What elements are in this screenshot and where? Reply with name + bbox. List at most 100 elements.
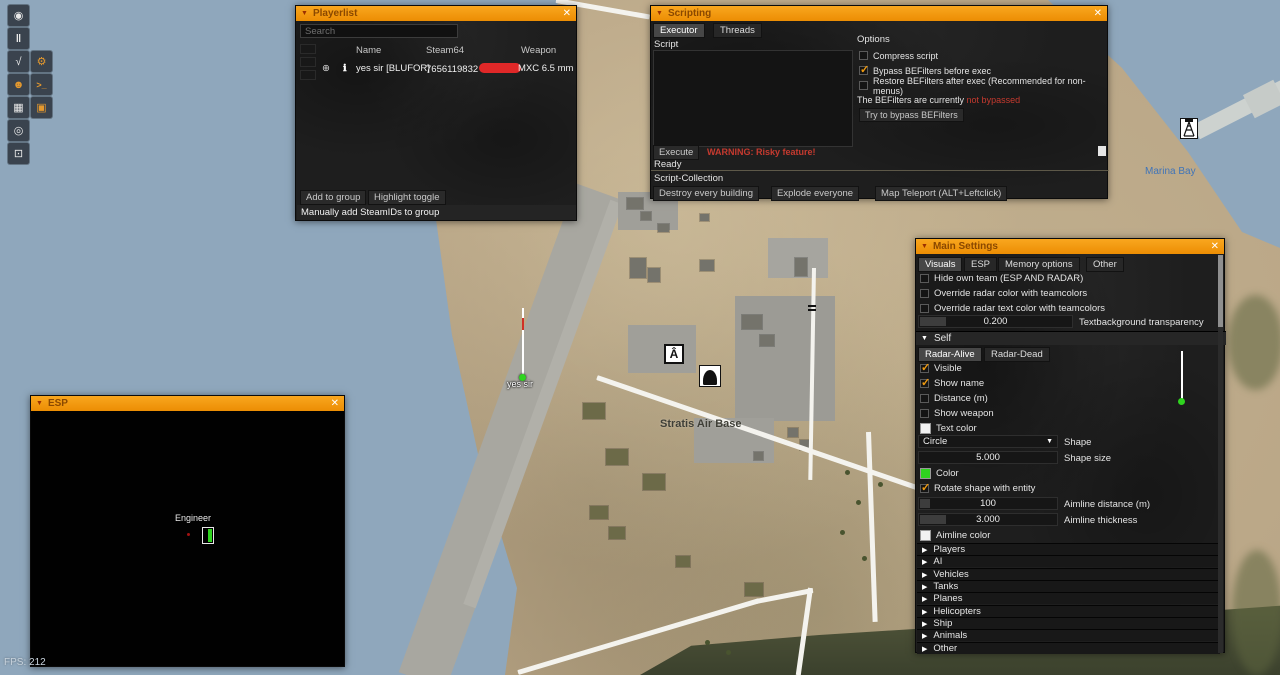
expand-icon[interactable]: ▶: [922, 583, 927, 591]
show-name-checkbox[interactable]: ✓ Show name: [920, 377, 984, 390]
category-ship[interactable]: ▶Ship: [917, 617, 1220, 629]
scripting-titlebar[interactable]: ▼ Scripting ✕: [651, 6, 1107, 21]
spectate-icon[interactable]: ⊕: [322, 63, 330, 74]
collapse-icon[interactable]: ▼: [656, 10, 663, 17]
checkbox-box[interactable]: [859, 51, 868, 60]
expand-icon[interactable]: ▶: [922, 645, 927, 653]
info-icon[interactable]: ℹ: [343, 63, 347, 74]
distance-checkbox[interactable]: Distance (m): [920, 392, 988, 405]
close-icon[interactable]: ✕: [563, 8, 571, 19]
category-players[interactable]: ▶Players: [917, 543, 1220, 555]
aimline-distance-slider[interactable]: 100: [918, 497, 1058, 510]
explode-everyone-button[interactable]: Explode everyone: [771, 186, 859, 201]
expand-icon[interactable]: ▶: [922, 558, 927, 566]
esp-titlebar[interactable]: ▼ ESP ✕: [31, 396, 344, 411]
collapse-icon[interactable]: ▼: [921, 335, 928, 342]
category-vehicles[interactable]: ▶Vehicles: [917, 568, 1220, 580]
try-bypass-button[interactable]: Try to bypass BEFilters: [859, 108, 964, 122]
visible-checkbox[interactable]: ✓ Visible: [920, 362, 962, 375]
tab-radar-alive[interactable]: Radar-Alive: [918, 347, 982, 362]
close-icon[interactable]: ✕: [1094, 8, 1102, 19]
shape-size-input[interactable]: 5.000: [918, 451, 1058, 464]
column-header-steam64[interactable]: Steam64: [426, 45, 464, 56]
collapse-icon[interactable]: ▼: [301, 10, 308, 17]
esp-viewport[interactable]: Engineer: [31, 411, 344, 666]
checkbox-box[interactable]: ✓: [920, 379, 929, 388]
override-radar-color-checkbox[interactable]: Override radar color with teamcolors: [920, 287, 1087, 300]
rotate-shape-checkbox[interactable]: ✓ Rotate shape with entity: [920, 482, 1035, 495]
expand-icon[interactable]: ▶: [922, 632, 927, 640]
category-planes[interactable]: ▶Planes: [917, 592, 1220, 604]
map-icon[interactable]: ▦: [8, 97, 29, 118]
playerlist-titlebar[interactable]: ▼ Playerlist ✕: [296, 6, 576, 21]
checkbox-box[interactable]: ✓: [920, 484, 929, 493]
script-textarea[interactable]: [653, 50, 853, 147]
restore-befilters-checkbox[interactable]: Restore BEFilters after exec (Recommende…: [859, 79, 1107, 92]
hide-own-team-checkbox[interactable]: Hide own team (ESP AND RADAR): [920, 272, 1083, 285]
target-icon[interactable]: ◎: [8, 120, 29, 141]
collapse-icon[interactable]: ▼: [921, 243, 928, 250]
checkbox-box[interactable]: [920, 274, 929, 283]
category-animals[interactable]: ▶Animals: [917, 629, 1220, 641]
override-radar-text-color-checkbox[interactable]: Override radar text color with teamcolor…: [920, 302, 1105, 315]
expand-icon[interactable]: ▶: [922, 571, 927, 579]
expand-icon[interactable]: ▶: [922, 546, 927, 554]
player-icon[interactable]: ☻: [8, 74, 29, 95]
eye-icon[interactable]: ◉: [8, 5, 29, 26]
checkbox-box[interactable]: [859, 81, 868, 90]
tab-threads[interactable]: Threads: [713, 23, 762, 38]
close-icon[interactable]: ✕: [331, 398, 339, 409]
main-settings-titlebar[interactable]: ▼ Main Settings ✕: [916, 239, 1224, 254]
show-weapon-checkbox[interactable]: Show weapon: [920, 407, 994, 420]
destroy-buildings-button[interactable]: Destroy every building: [653, 186, 759, 201]
aimline-color-swatch[interactable]: [920, 530, 931, 541]
checkbox-box[interactable]: [920, 304, 929, 313]
scroll-handle[interactable]: [1098, 146, 1106, 156]
pause-icon[interactable]: ‖: [8, 28, 29, 49]
expand-icon[interactable]: ▶: [922, 595, 927, 603]
tab-executor[interactable]: Executor: [653, 23, 705, 38]
execute-button[interactable]: Execute: [653, 145, 699, 160]
shape-dropdown[interactable]: Circle ▼: [918, 435, 1058, 448]
manually-add-steamids-label[interactable]: Manually add SteamIDs to group: [301, 207, 439, 218]
close-icon[interactable]: ✕: [1211, 241, 1219, 252]
tab-esp[interactable]: ESP: [964, 257, 997, 272]
self-section-header[interactable]: ▼ Self: [916, 331, 1226, 345]
category-ai[interactable]: ▶AI: [917, 555, 1220, 567]
tab-radar-dead[interactable]: Radar-Dead: [984, 347, 1050, 362]
map-teleport-button[interactable]: Map Teleport (ALT+Leftclick): [875, 186, 1007, 201]
search-input[interactable]: [300, 24, 458, 38]
column-header-weapon[interactable]: Weapon: [521, 45, 556, 56]
add-to-group-button[interactable]: Add to group: [300, 190, 366, 205]
collapse-icon[interactable]: ▼: [36, 400, 43, 407]
shape-color-swatch[interactable]: [920, 468, 931, 479]
checkbox-box[interactable]: [920, 409, 929, 418]
footer-bar[interactable]: Manually add SteamIDs to group: [297, 205, 576, 220]
category-helicopters[interactable]: ▶Helicopters: [917, 605, 1220, 617]
script-exec-icon[interactable]: √: [8, 51, 29, 72]
terminal-icon[interactable]: >_: [31, 74, 52, 95]
compress-script-checkbox[interactable]: Compress script: [859, 49, 938, 62]
checkbox-box[interactable]: ✓: [859, 66, 868, 75]
expand-icon[interactable]: ▶: [922, 620, 927, 628]
shape-color-picker[interactable]: Color: [920, 467, 959, 480]
column-header-name[interactable]: Name: [356, 45, 381, 56]
highlight-toggle-button[interactable]: Highlight toggle: [368, 190, 446, 205]
player-row[interactable]: ⊕ ℹ yes sir [BLUFOR] 7656119832 MXC 6.5 …: [296, 61, 578, 77]
tab-memory-options[interactable]: Memory options: [998, 257, 1080, 272]
category-other[interactable]: ▶Other: [917, 642, 1220, 654]
text-color-swatch[interactable]: [920, 423, 931, 434]
scrollbar-thumb[interactable]: [1218, 255, 1223, 327]
checkbox-box[interactable]: [920, 394, 929, 403]
gear-icon[interactable]: ⚙: [31, 51, 52, 72]
expand-icon[interactable]: ▶: [922, 608, 927, 616]
aimline-color-picker[interactable]: Aimline color: [920, 529, 990, 542]
tab-visuals[interactable]: Visuals: [918, 257, 962, 272]
scrollbar-track[interactable]: [1218, 255, 1223, 653]
save-icon[interactable]: ⊡: [8, 143, 29, 164]
tab-other[interactable]: Other: [1086, 257, 1124, 272]
checkbox-box[interactable]: [920, 289, 929, 298]
text-color-picker[interactable]: Text color: [920, 422, 977, 435]
category-tanks[interactable]: ▶Tanks: [917, 580, 1220, 592]
item-box-icon[interactable]: ▣: [31, 97, 52, 118]
